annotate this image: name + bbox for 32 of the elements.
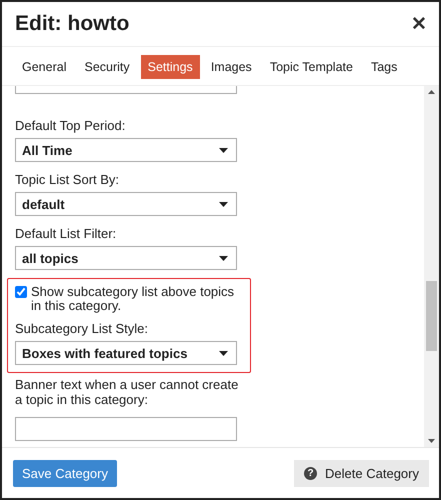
- tab[interactable]: Topic Template: [262, 55, 360, 79]
- select-field[interactable]: [15, 86, 237, 94]
- scroll-down-icon[interactable]: [428, 439, 435, 443]
- checkbox[interactable]: [15, 286, 27, 298]
- tab[interactable]: Tags: [364, 55, 404, 79]
- caret-icon: [219, 202, 228, 206]
- scroll-up-icon[interactable]: [428, 90, 435, 94]
- delete-button[interactable]: ? Delete Category: [294, 460, 429, 486]
- caret-icon: [219, 256, 228, 260]
- input-field[interactable]: [15, 417, 237, 441]
- field-label: Default Top Period:: [15, 118, 126, 133]
- select-field[interactable]: all topics: [15, 246, 237, 270]
- help-icon: ?: [304, 466, 318, 480]
- scrollbar-thumb[interactable]: [426, 281, 437, 351]
- field-label: Default List Filter:: [15, 226, 116, 241]
- checkbox-label: Show subcategory list above topics in this category.: [31, 285, 236, 313]
- field-label: Topic List Sort By:: [15, 172, 120, 187]
- caret-icon: [219, 148, 228, 152]
- tab[interactable]: Security: [77, 55, 137, 79]
- tab[interactable]: Images: [204, 55, 259, 79]
- save-button[interactable]: Save Category: [13, 460, 117, 486]
- select-field[interactable]: default: [15, 192, 237, 216]
- select-field[interactable]: All Time: [15, 138, 237, 162]
- caret-icon: [219, 350, 228, 356]
- dialog-title: Edit: howto: [15, 12, 130, 36]
- field-label: Banner text when a user cannot create a topic in this category:: [15, 377, 240, 407]
- close-button[interactable]: ✕: [411, 12, 427, 36]
- scrollbar[interactable]: [424, 86, 439, 447]
- tab[interactable]: General: [15, 55, 74, 79]
- tab[interactable]: Settings: [140, 55, 200, 79]
- field-label: Subcategory List Style:: [15, 321, 149, 336]
- select-field[interactable]: Boxes with featured topics: [15, 341, 237, 365]
